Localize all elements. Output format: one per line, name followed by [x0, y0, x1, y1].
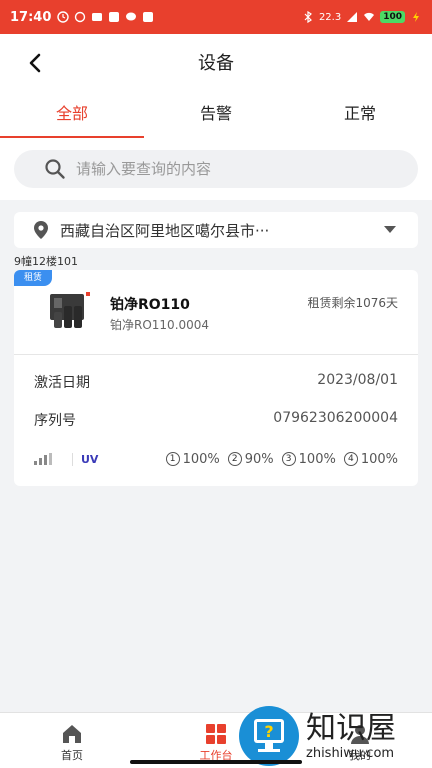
filter-status-row: UV 1 100% 2 90% 3 100% 4 100%	[34, 450, 398, 468]
card-divider	[14, 354, 418, 355]
search-section	[0, 138, 432, 200]
rent-badge: 租赁	[14, 270, 53, 286]
search-input[interactable]	[76, 160, 376, 178]
filter-item: 1 100%	[165, 451, 220, 467]
filter-number: 2	[227, 452, 242, 466]
rent-remaining: 租赁剩余1076天	[307, 296, 398, 310]
alarm-icon	[57, 11, 70, 23]
activation-label: 激活日期	[34, 375, 90, 391]
back-icon[interactable]	[22, 50, 48, 76]
watermark-cn: 知识屋	[306, 710, 396, 746]
charging-icon	[413, 12, 419, 22]
location-selector[interactable]: 西藏自治区阿里地区噶尔县市···	[14, 212, 418, 248]
app-icon	[109, 12, 120, 22]
room-label: 9幢12楼101	[14, 255, 78, 268]
wifi-icon	[364, 12, 375, 21]
tab-normal[interactable]: 正常	[288, 90, 432, 138]
home-indicator	[130, 760, 302, 764]
device-card[interactable]: 租赁 铂净RO110 铂净RO110.0004 租赁剩余1076天 激活日期 2…	[14, 270, 418, 486]
serial-label: 序列号	[34, 413, 76, 429]
watermark: ? 知识屋 zhishiwu.com	[232, 704, 432, 768]
watermark-en: zhishiwu.com	[306, 745, 395, 761]
device-model: 铂净RO110.0004	[110, 318, 210, 332]
filter-number: 3	[281, 452, 296, 466]
device-name: 铂净RO110	[110, 297, 190, 313]
uv-indicator: UV	[72, 452, 98, 466]
search-box[interactable]	[14, 150, 418, 188]
serial-row: 序列号 07962306200004	[34, 410, 398, 432]
message-icon	[126, 12, 137, 21]
filter-item: 3 100%	[281, 451, 336, 467]
page-title: 设备	[198, 53, 234, 74]
status-bar: 17:40 22.3 100	[0, 0, 432, 34]
filter-value: 100%	[182, 451, 220, 467]
app-badge-icon	[143, 12, 154, 22]
filter-list: 1 100% 2 90% 3 100% 4 100%	[165, 451, 398, 467]
battery-indicator: 100	[380, 11, 405, 23]
svg-text:?: ?	[264, 722, 273, 741]
workbench-icon	[206, 724, 226, 744]
dropdown-caret-icon[interactable]	[384, 226, 396, 234]
gallery-icon	[92, 13, 103, 21]
tab-alarm[interactable]: 告警	[144, 90, 288, 138]
link-icon	[75, 11, 86, 23]
signal-icon	[347, 12, 358, 22]
filter-value: 90%	[244, 451, 274, 467]
notification-icons	[57, 11, 154, 23]
location-text: 西藏自治区阿里地区噶尔县市···	[60, 221, 270, 240]
nav-home-label: 首页	[61, 749, 83, 762]
filter-item: 4 100%	[343, 451, 398, 467]
bluetooth-icon	[304, 11, 312, 23]
activation-value: 2023/08/01	[317, 372, 398, 388]
tab-all[interactable]: 全部	[0, 90, 144, 138]
home-icon	[63, 725, 81, 743]
filter-value: 100%	[298, 451, 336, 467]
location-pin-icon	[34, 221, 48, 239]
filter-item: 2 90%	[227, 451, 274, 467]
signal-strength-icon	[34, 453, 52, 465]
search-icon	[45, 159, 65, 179]
filter-number: 1	[165, 452, 180, 466]
status-time: 17:40	[10, 9, 52, 25]
nav-home[interactable]: 首页	[0, 713, 144, 768]
serial-value: 07962306200004	[273, 410, 398, 426]
status-right: 22.3 100	[302, 11, 422, 23]
page-header: 设备	[0, 34, 432, 90]
activation-row: 激活日期 2023/08/01	[34, 372, 398, 394]
filter-value: 100%	[360, 451, 398, 467]
water-purifier-image	[50, 292, 90, 328]
filter-tabs: 全部 告警 正常	[0, 90, 432, 138]
watermark-logo-icon: ?	[239, 706, 299, 766]
filter-number: 4	[343, 452, 358, 466]
net-speed: 22.3	[318, 11, 342, 23]
